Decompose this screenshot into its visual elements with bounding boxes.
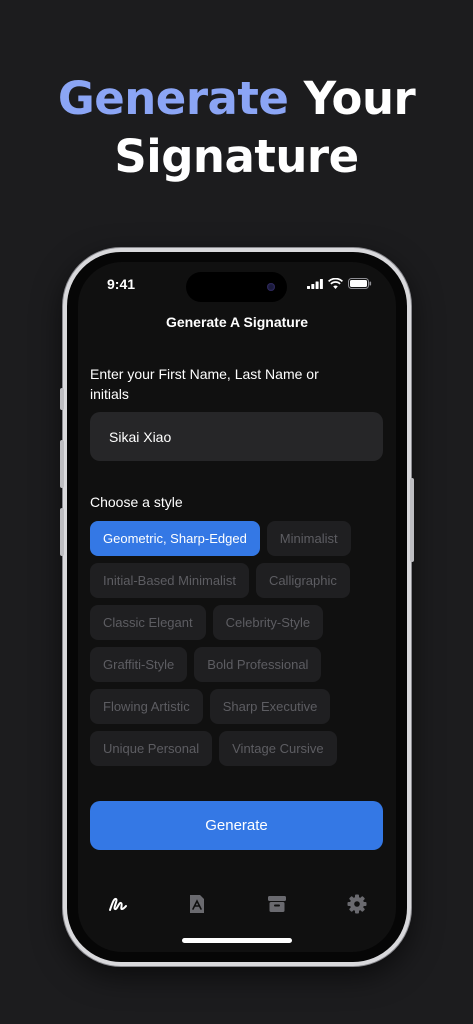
promo-page: Generate Your Signature 9:41 Generate A … — [0, 0, 473, 1024]
style-chip-geometric[interactable]: Geometric, Sharp-Edged — [90, 521, 260, 556]
tab-bar — [78, 892, 396, 918]
dynamic-island — [186, 272, 287, 302]
signature-icon — [109, 897, 127, 911]
action-button — [60, 388, 64, 410]
gear-icon — [347, 894, 367, 914]
hero-accent-word: Generate — [57, 72, 289, 125]
hero-line-2: Signature — [114, 130, 359, 183]
style-chip-minimalist[interactable]: Minimalist — [266, 521, 351, 556]
status-time: 9:41 — [107, 276, 136, 292]
pdf-document-icon — [190, 895, 204, 913]
wifi-icon — [328, 278, 343, 289]
screen-title: Generate A Signature — [165, 314, 309, 330]
name-prompt: Enter your First Name, Last Name or init… — [90, 366, 319, 402]
tab-archive[interactable] — [265, 892, 289, 916]
hero-line-1: Generate Your — [0, 70, 473, 128]
power-button — [410, 478, 414, 562]
front-camera — [267, 283, 275, 291]
style-chip-classic-elegant[interactable]: Classic Elegant — [90, 605, 206, 640]
style-chip-celebrity[interactable]: Celebrity-Style — [212, 605, 324, 640]
style-label: Choose a style — [90, 494, 183, 510]
chip-row: Flowing Artistic Sharp Executive — [90, 689, 390, 724]
style-chip-vintage-cursive[interactable]: Vintage Cursive — [219, 731, 337, 766]
tab-settings[interactable] — [345, 892, 369, 916]
style-chip-unique-personal[interactable]: Unique Personal — [90, 731, 213, 766]
phone-screen: 9:41 Generate A Signature Enter your Fir… — [78, 262, 396, 952]
style-chip-initial-based[interactable]: Initial-Based Minimalist — [90, 563, 249, 598]
chip-row: Initial-Based Minimalist Calligraphic — [90, 563, 390, 598]
archive-box-icon — [268, 896, 286, 912]
style-chip-graffiti[interactable]: Graffiti-Style — [90, 647, 188, 682]
status-icons — [307, 278, 372, 289]
volume-down-button — [60, 508, 64, 556]
name-input[interactable] — [90, 412, 383, 461]
hero-word-your: Your — [288, 72, 416, 125]
chip-row: Unique Personal Vintage Cursive — [90, 731, 390, 766]
volume-up-button — [60, 440, 64, 488]
hero-title: Generate Your Signature — [0, 70, 473, 186]
style-chip-group: Geometric, Sharp-Edged Minimalist Initia… — [90, 521, 390, 773]
chip-row: Graffiti-Style Bold Professional — [90, 647, 390, 682]
style-chip-sharp-executive[interactable]: Sharp Executive — [209, 689, 331, 724]
home-indicator — [182, 938, 292, 943]
style-chip-flowing-artistic[interactable]: Flowing Artistic — [90, 689, 203, 724]
chip-row: Classic Elegant Celebrity-Style — [90, 605, 390, 640]
battery-icon — [348, 278, 372, 289]
generate-button[interactable]: Generate — [90, 801, 383, 850]
cellular-signal-icon — [307, 278, 323, 289]
tab-pdf[interactable] — [185, 892, 209, 916]
chip-row: Geometric, Sharp-Edged Minimalist — [90, 521, 390, 556]
style-chip-bold-professional[interactable]: Bold Professional — [194, 647, 322, 682]
style-chip-calligraphic[interactable]: Calligraphic — [255, 563, 350, 598]
tab-signature[interactable] — [106, 892, 130, 916]
